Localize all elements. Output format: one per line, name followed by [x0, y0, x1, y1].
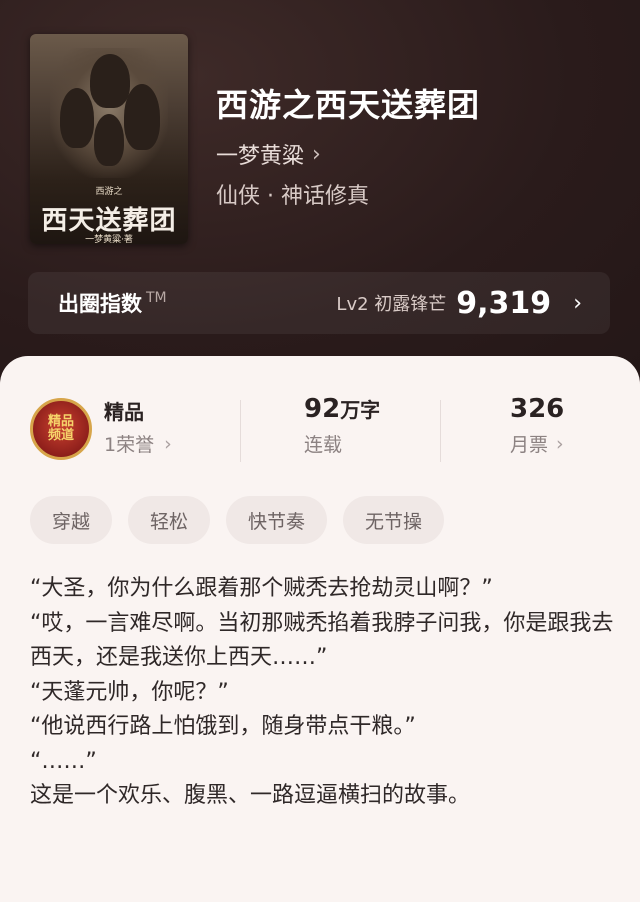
word-count-number: 92: [304, 394, 341, 424]
honor-link[interactable]: 1荣誉 ›: [104, 430, 172, 457]
chevron-right-icon: ›: [312, 141, 321, 167]
description-line: “哎，一言难尽啊。当初那贼秃掐着我脖子问我，你是跟我去西天，还是我送你上西天………: [30, 610, 614, 671]
index-level: Lv2 初露锋芒: [336, 294, 447, 315]
chevron-right-icon: ›: [556, 432, 564, 455]
tag-list: 穿越 轻松 快节奏 无节操: [30, 496, 445, 544]
description-line: “大圣，你为什么跟着那个贼秃去抢劫灵山啊？”: [30, 576, 493, 601]
divider: [440, 400, 441, 462]
popularity-index-bar[interactable]: 出圈指数 TM Lv2 初露锋芒 9,319 ›: [28, 272, 610, 334]
cover-figure-icon: [124, 84, 160, 150]
description-line: “……”: [30, 748, 97, 774]
description-line: “天蓬元帅，你呢？”: [30, 679, 229, 705]
index-right: Lv2 初露锋芒 9,319 ›: [336, 286, 582, 321]
quality-badge-icon[interactable]: 精品 频道: [30, 398, 92, 460]
tag-chip[interactable]: 轻松: [128, 496, 211, 544]
tag-chip[interactable]: 穿越: [30, 496, 113, 544]
book-detail-card: 精品 频道 精品 1荣誉 › 92万字 连载 326 月票 › 穿越 轻松 快节…: [0, 356, 640, 902]
cover-figure-icon: [90, 54, 130, 108]
badge-text-bottom: 频道: [47, 428, 74, 443]
chevron-right-icon: ›: [573, 290, 582, 316]
book-genre: 仙侠 · 神话修真: [216, 184, 369, 209]
book-header: 西游之 西天送葬团 一梦黄粱·著 西游之西天送葬团 一梦黄粱 › 仙侠 · 神话…: [0, 0, 640, 380]
monthly-ticket-label: 月票: [510, 434, 549, 456]
book-description[interactable]: “大圣，你为什么跟着那个贼秃去抢劫灵山啊？” “哎，一言难尽啊。当初那贼秃掐着我…: [30, 572, 615, 814]
monthly-ticket-stat[interactable]: 326 月票 ›: [510, 394, 564, 457]
trademark-mark: TM: [146, 290, 167, 306]
word-count-stat: 92万字 连载: [304, 394, 380, 457]
description-line: “他说西行路上怕饿到，随身带点干粮。”: [30, 714, 416, 739]
cover-author: 一梦黄粱·著: [85, 235, 133, 244]
book-title: 西游之西天送葬团: [216, 86, 481, 124]
index-label: 出圈指数: [58, 292, 142, 316]
description-line: 这是一个欢乐、腹黑、一路逗逼横扫的故事。: [30, 783, 471, 808]
monthly-ticket-link: 月票 ›: [510, 430, 564, 457]
tag-chip[interactable]: 快节奏: [226, 496, 328, 544]
cover-small-text: 西游之: [95, 187, 123, 197]
author-name: 一梦黄粱: [216, 144, 305, 169]
book-cover[interactable]: 西游之 西天送葬团 一梦黄粱·著: [30, 34, 188, 244]
quality-label: 精品: [104, 400, 144, 424]
chevron-right-icon: ›: [164, 432, 172, 455]
cover-artwork: [50, 48, 168, 178]
word-count-unit: 万字: [340, 398, 381, 422]
author-link[interactable]: 一梦黄粱 ›: [216, 138, 321, 170]
cover-figure-icon: [94, 114, 124, 166]
badge-text-top: 精品: [47, 414, 74, 429]
honor-count: 1荣誉: [104, 434, 155, 456]
index-value: 9,319: [456, 285, 552, 321]
tag-chip[interactable]: 无节操: [343, 496, 445, 544]
monthly-ticket-count: 326: [510, 394, 565, 424]
stat-row: 精品 频道 精品 1荣誉 › 92万字 连载 326 月票 ›: [0, 394, 640, 474]
serial-status: 连载: [304, 434, 343, 456]
divider: [240, 400, 241, 462]
cover-figure-icon: [60, 88, 94, 148]
